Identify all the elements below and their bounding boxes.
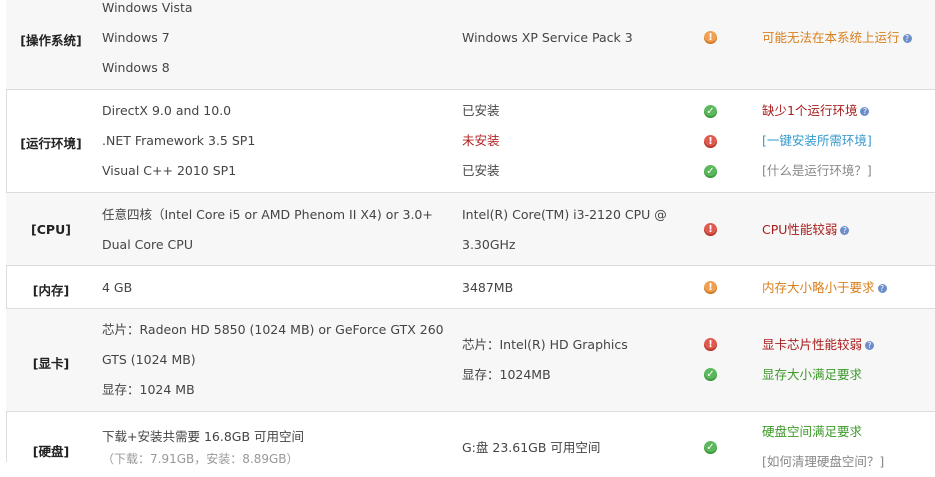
current-memory: 3487MB	[462, 280, 514, 295]
check-circle-icon: ✓	[704, 368, 717, 381]
current-gpu-line-1: 芯片：Intel(R) HD Graphics	[462, 337, 628, 352]
note-gpu-1-text: 显卡芯片性能较弱	[762, 337, 863, 352]
row-memory: [内存] 4 GB 3487MB ! 内存大小略小于要求?	[6, 265, 935, 309]
what-is-runtime-link[interactable]: [什么是运行环境？]	[762, 156, 872, 186]
current-disk: G:盘 23.61GB 可用空间	[462, 440, 601, 455]
req-os-line-1: Windows Vista	[102, 0, 193, 15]
current-cpu-line-2: 3.30GHz	[462, 237, 516, 252]
help-circle-icon[interactable]: ?	[840, 226, 850, 235]
check-circle-icon: ✓	[704, 165, 717, 178]
note-runtime-1-text: 缺少1个运行环境	[762, 103, 858, 118]
label-runtime: [运行环境]	[20, 136, 82, 151]
req-runtime-line-3: Visual C++ 2010 SP1	[102, 163, 237, 178]
req-runtime-line-1: DirectX 9.0 and 10.0	[102, 103, 232, 118]
check-circle-icon: ✓	[704, 441, 717, 454]
note-gpu-1: 显卡芯片性能较弱?	[762, 330, 875, 360]
label-cpu: [CPU]	[31, 222, 71, 237]
clean-disk-link[interactable]: [如何清理硬盘空间？]	[762, 447, 884, 477]
note-memory-text: 内存大小略小于要求	[762, 280, 875, 295]
error-circle-icon: !	[704, 338, 717, 351]
warning-circle-icon: !	[704, 31, 717, 44]
help-circle-icon[interactable]: ?	[902, 34, 912, 43]
current-runtime-1: 已安装	[462, 103, 500, 118]
req-os-line-2: Windows 7	[102, 30, 170, 45]
note-gpu-2: 显存大小满足要求	[762, 367, 863, 382]
note-memory: 内存大小略小于要求?	[762, 273, 935, 303]
row-gpu: [显卡] 芯片：Radeon HD 5850 (1024 MB) or GeFo…	[6, 308, 935, 412]
note-os: 可能无法在本系统上运行?	[762, 23, 935, 53]
help-circle-icon[interactable]: ?	[865, 341, 875, 350]
note-runtime-1: 缺少1个运行环境?	[762, 96, 870, 126]
req-gpu-line-3: 显存：1024 MB	[102, 382, 195, 397]
label-disk: [硬盘]	[32, 444, 70, 459]
current-os: Windows XP Service Pack 3	[462, 30, 633, 45]
note-os-text: 可能无法在本系统上运行	[762, 30, 900, 45]
label-memory: [内存]	[32, 283, 70, 298]
error-circle-icon: !	[704, 223, 717, 236]
req-cpu-line-1: 任意四核（Intel Core i5 or AMD Phenom II X4) …	[102, 207, 433, 222]
note-cpu-text: CPU性能较弱	[762, 222, 838, 237]
req-runtime-line-2: .NET Framework 3.5 SP1	[102, 133, 256, 148]
row-disk: [硬盘] 下载+安装共需要 16.8GB 可用空间 （下载：7.91GB，安装：…	[6, 411, 935, 472]
help-circle-icon[interactable]: ?	[877, 284, 887, 293]
row-os: [操作系统] Windows Vista Windows 7 Windows 8…	[6, 0, 935, 89]
row-cpu: [CPU] 任意四核（Intel Core i5 or AMD Phenom I…	[6, 192, 935, 266]
row-runtime: [运行环境] DirectX 9.0 and 10.0 .NET Framewo…	[6, 89, 935, 193]
current-cpu-line-1: Intel(R) Core(TM) i3-2120 CPU @	[462, 207, 667, 222]
req-disk-line-2: （下载：7.91GB，安装：8.89GB）	[102, 452, 299, 466]
install-runtime-link[interactable]: [一键安装所需环境]	[762, 126, 872, 156]
warning-circle-icon: !	[704, 281, 717, 294]
current-runtime-3: 已安装	[462, 163, 500, 178]
req-gpu-line-2: GTS (1024 MB)	[102, 352, 196, 367]
label-os: [操作系统]	[20, 33, 82, 48]
req-os-line-3: Windows 8	[102, 60, 170, 75]
current-gpu-line-2: 显存：1024MB	[462, 367, 551, 382]
req-cpu-line-2: Dual Core CPU	[102, 237, 193, 252]
note-cpu: CPU性能较弱?	[762, 215, 935, 245]
req-memory: 4 GB	[102, 280, 133, 295]
label-gpu: [显卡]	[32, 356, 70, 371]
note-disk-1: 硬盘空间满足要求	[762, 424, 863, 439]
error-circle-icon: !	[704, 135, 717, 148]
help-circle-icon[interactable]: ?	[860, 107, 870, 116]
check-circle-icon: ✓	[704, 105, 717, 118]
current-runtime-2: 未安装	[462, 133, 500, 148]
req-gpu-line-1: 芯片：Radeon HD 5850 (1024 MB) or GeForce G…	[102, 322, 444, 337]
